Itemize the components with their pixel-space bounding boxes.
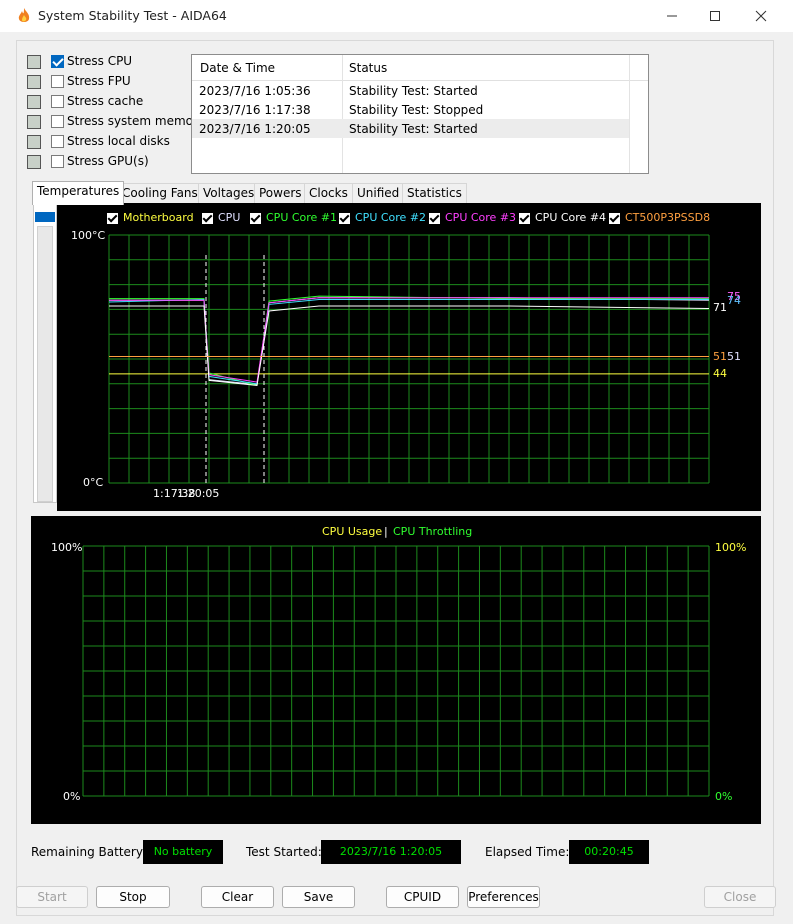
test-started-value: 2023/7/16 1:20:05 <box>321 840 461 864</box>
cache-chip-icon <box>27 95 41 109</box>
tab-temperatures[interactable]: Temperatures <box>32 181 125 205</box>
temperature-plot: 100°C 0°C 1:17:38 1:20:05 75 74 71 51 51… <box>71 229 741 500</box>
cpu-usage-title: CPU Usage <box>322 525 382 538</box>
stress-checkbox[interactable] <box>51 135 64 148</box>
elapsed-time-value: 00:20:45 <box>569 840 649 864</box>
tab-unified[interactable]: Unified <box>352 183 405 203</box>
right-value-74: 74 <box>727 294 741 307</box>
left-axis-bottom-label: 0% <box>63 790 80 803</box>
stress-option-label: Stress local disks <box>67 134 170 148</box>
tab-statistics[interactable]: Statistics <box>402 183 467 203</box>
table-row[interactable]: 2023/7/16 1:17:38 Stability Test: Stoppe… <box>192 100 629 119</box>
log-status: Stability Test: Started <box>349 122 478 136</box>
right-value-71: 71 <box>713 301 727 314</box>
cpuid-button[interactable]: CPUID <box>386 886 459 908</box>
stop-button[interactable]: Stop <box>96 886 170 908</box>
title-separator: | <box>384 525 388 538</box>
scrollbar-track[interactable] <box>37 226 53 502</box>
maximize-icon <box>710 11 720 21</box>
stress-checkbox[interactable] <box>51 75 64 88</box>
monitor-icon <box>27 155 41 169</box>
tab-clocks[interactable]: Clocks <box>304 183 353 203</box>
minimize-button[interactable] <box>649 0 695 32</box>
y-axis-top-label: 100°C <box>71 229 105 242</box>
save-button[interactable]: Save <box>282 886 355 908</box>
elapsed-time-label: Elapsed Time: <box>485 845 570 859</box>
column-header-status[interactable]: Status <box>349 61 387 75</box>
stress-option-label: Stress FPU <box>67 74 131 88</box>
sensor-selection[interactable] <box>35 212 55 222</box>
minimize-icon <box>667 15 677 17</box>
table-row[interactable]: 2023/7/16 1:05:36 Stability Test: Starte… <box>192 81 629 100</box>
disk-drive-icon <box>27 135 41 149</box>
column-separator <box>629 55 630 173</box>
y-axis-bottom-label: 0°C <box>83 476 103 489</box>
stress-checkbox[interactable] <box>51 95 64 108</box>
fpu-percent-icon <box>27 75 41 89</box>
flame-icon <box>18 8 30 22</box>
start-button[interactable]: Start <box>16 886 88 908</box>
maximize-button[interactable] <box>692 0 738 32</box>
battery-value: No battery <box>143 840 223 864</box>
log-time: 2023/7/16 1:17:38 <box>199 103 311 117</box>
log-time: 2023/7/16 1:05:36 <box>199 84 311 98</box>
right-value-44: 44 <box>713 367 727 380</box>
right-value-51: 51 <box>713 350 727 363</box>
table-row[interactable]: 2023/7/16 1:20:05 Stability Test: Starte… <box>192 119 629 138</box>
column-header-datetime[interactable]: Date & Time <box>200 61 275 75</box>
right-axis-top-label: 100% <box>715 541 746 554</box>
clear-button[interactable]: Clear <box>201 886 274 908</box>
log-header: Date & Time Status <box>192 55 648 81</box>
title-bar: System Stability Test - AIDA64 <box>0 0 793 32</box>
cpu-throttling-title: CPU Throttling <box>393 525 472 538</box>
close-window-button[interactable] <box>738 0 784 32</box>
cpu-chip-icon <box>27 55 41 69</box>
left-axis-top-label: 100% <box>51 541 82 554</box>
battery-label: Remaining Battery: <box>31 845 147 859</box>
log-status: Stability Test: Started <box>349 84 478 98</box>
right-axis-bottom-label: 0% <box>715 790 732 803</box>
sensor-list-scrollbar[interactable] <box>33 203 57 503</box>
stress-checkbox[interactable] <box>51 55 64 68</box>
tab-powers[interactable]: Powers <box>254 183 307 203</box>
stress-checkbox[interactable] <box>51 115 64 128</box>
close-icon <box>755 10 767 22</box>
stress-option-label: Stress cache <box>67 94 144 108</box>
cpu-usage-plot: CPU Usage | CPU Throttling 100% 0% 100% … <box>51 525 746 803</box>
stress-option-label: Stress system memory <box>67 114 206 128</box>
x-axis-label: 1:20:05 <box>177 487 219 500</box>
stress-option-label: Stress GPU(s) <box>67 154 149 168</box>
close-button[interactable]: Close <box>704 886 776 908</box>
stress-checkbox[interactable] <box>51 155 64 168</box>
preferences-button[interactable]: Preferences <box>467 886 540 908</box>
tab-cooling-fans[interactable]: Cooling Fans <box>117 183 203 203</box>
window-title: System Stability Test - AIDA64 <box>38 8 227 23</box>
temperature-graph: Motherboard CPU CPU Core #1 CPU Core #2 CPU … <box>57 203 761 511</box>
memory-module-icon <box>27 115 41 129</box>
cpu-usage-graph: CPU Usage | CPU Throttling 100% 0% 100% … <box>31 516 761 824</box>
log-status: Stability Test: Stopped <box>349 103 484 117</box>
log-time: 2023/7/16 1:20:05 <box>199 122 311 136</box>
test-started-label: Test Started: <box>246 845 322 859</box>
tab-voltages[interactable]: Voltages <box>198 183 260 203</box>
event-log-table[interactable]: Date & Time Status 2023/7/16 1:05:36 Sta… <box>191 54 649 174</box>
stress-option-label: Stress CPU <box>67 54 133 68</box>
right-value-51: 51 <box>727 350 741 363</box>
